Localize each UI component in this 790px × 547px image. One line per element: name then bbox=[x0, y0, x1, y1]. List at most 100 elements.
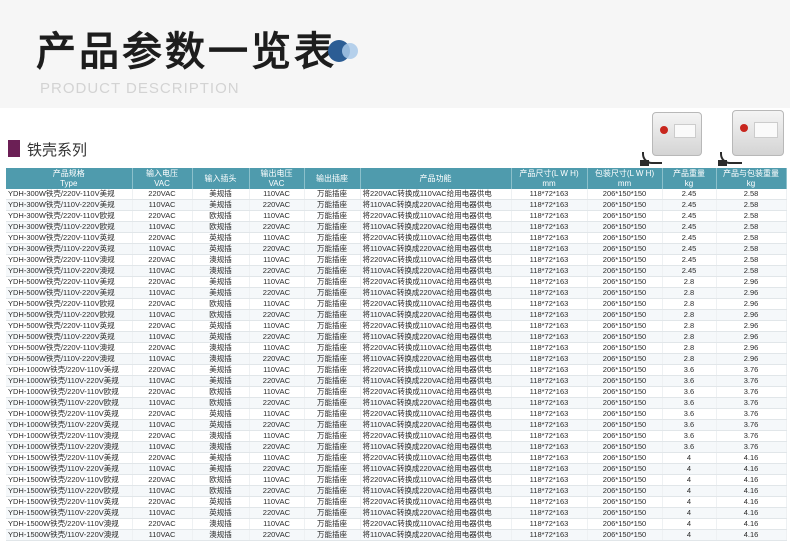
table-cell: 220VAC bbox=[132, 408, 193, 420]
table-cell: 美规插 bbox=[192, 199, 250, 211]
table-cell: 110VAC bbox=[132, 243, 193, 255]
table-cell: 206*150*150 bbox=[587, 265, 663, 277]
table-cell: 万能插座 bbox=[304, 397, 361, 409]
table-cell: 万能插座 bbox=[304, 496, 361, 508]
table-cell: 美规插 bbox=[192, 287, 250, 299]
table-cell: 110VAC bbox=[132, 463, 193, 475]
table-cell: 206*150*150 bbox=[587, 507, 663, 519]
column-header: 输入插头 bbox=[192, 168, 250, 189]
table-cell: 206*150*150 bbox=[587, 452, 663, 464]
column-header-label: 输出插座 bbox=[316, 173, 348, 183]
table-cell: 将220VAC转换成110VAC给用电器供电 bbox=[360, 189, 512, 200]
table-cell: 206*150*150 bbox=[587, 309, 663, 321]
table-cell: 澳规插 bbox=[192, 265, 250, 277]
table-cell: 118*72*163 bbox=[511, 276, 588, 288]
table-cell: 110VAC bbox=[132, 199, 193, 211]
table-cell: 英规插 bbox=[192, 243, 250, 255]
table-row: YDH-1000W铁壳/110V-220V美规 110VAC 美规插 220VAC 万能… bbox=[6, 375, 787, 387]
table-cell: 2.58 bbox=[716, 189, 787, 200]
column-header: 输入电压 VAC bbox=[132, 168, 193, 189]
table-cell: 206*150*150 bbox=[587, 529, 663, 541]
table-row: YDH-500W铁壳/110V-220V澳规 110VAC 澳规插 220VAC 万能插… bbox=[6, 353, 787, 365]
table-row: YDH-300W铁壳/220V-110V欧规 220VAC 欧规插 110VAC 万能插… bbox=[6, 210, 787, 222]
table-cell: 118*72*163 bbox=[511, 265, 588, 277]
table-cell: 206*150*150 bbox=[587, 331, 663, 343]
table-cell: 万能插座 bbox=[304, 199, 361, 211]
table-cell: 206*150*150 bbox=[587, 408, 663, 420]
table-body: YDH-300W铁壳/220V-110V美规 220VAC 美规插 110VAC 万能插… bbox=[6, 189, 787, 541]
table-cell: 206*150*150 bbox=[587, 287, 663, 299]
table-cell: 4.16 bbox=[716, 463, 787, 475]
table-cell: 206*150*150 bbox=[587, 353, 663, 365]
table-cell: 将110VAC转换成220VAC给用电器供电 bbox=[360, 485, 512, 497]
table-cell: 万能插座 bbox=[304, 375, 361, 387]
table-cell: 220VAC bbox=[249, 419, 305, 431]
column-header: 产品重量 kg bbox=[662, 168, 717, 189]
table-cell: YDH-500W铁壳/220V-110V欧规 bbox=[6, 298, 133, 310]
table-cell: 3.6 bbox=[662, 386, 717, 398]
table-cell: 118*72*163 bbox=[511, 189, 588, 200]
table-cell: 110VAC bbox=[249, 518, 305, 530]
table-cell: 206*150*150 bbox=[587, 364, 663, 376]
table-cell: 英规插 bbox=[192, 232, 250, 244]
table-cell: 206*150*150 bbox=[587, 430, 663, 442]
table-cell: 4 bbox=[662, 452, 717, 464]
table-cell: 万能插座 bbox=[304, 232, 361, 244]
table-cell: YDH-500W铁壳/110V-220V英规 bbox=[6, 331, 133, 343]
table-cell: 118*72*163 bbox=[511, 353, 588, 365]
table-cell: 3.6 bbox=[662, 441, 717, 453]
table-cell: 2.96 bbox=[716, 320, 787, 332]
column-header-label: 包装尺寸(L W H) bbox=[594, 168, 655, 178]
column-header-label: 产品功能 bbox=[419, 173, 452, 183]
column-header-label: 产品尺寸(L W H) bbox=[519, 168, 579, 178]
column-header: 产品功能 bbox=[360, 168, 512, 189]
table-cell: 206*150*150 bbox=[587, 189, 663, 200]
table-cell: 206*150*150 bbox=[587, 210, 663, 222]
table-cell: 万能插座 bbox=[304, 507, 361, 519]
table-cell: 2.58 bbox=[716, 243, 787, 255]
table-cell: YDH-1000W铁壳/220V-110V英规 bbox=[6, 408, 133, 420]
table-cell: 万能插座 bbox=[304, 353, 361, 365]
table-cell: YDH-1500W铁壳/220V-110V英规 bbox=[6, 496, 133, 508]
table-row: YDH-300W铁壳/220V-110V美规 220VAC 美规插 110VAC 万能插… bbox=[6, 189, 787, 200]
table-cell: 将220VAC转换成110VAC给用电器供电 bbox=[360, 320, 512, 332]
table-cell: 220VAC bbox=[249, 199, 305, 211]
table-cell: 将110VAC转换成220VAC给用电器供电 bbox=[360, 529, 512, 541]
table-cell: 4 bbox=[662, 485, 717, 497]
table-cell: 将110VAC转换成220VAC给用电器供电 bbox=[360, 309, 512, 321]
table-cell: 220VAC bbox=[249, 529, 305, 541]
table-cell: 英规插 bbox=[192, 408, 250, 420]
table-cell: 澳规插 bbox=[192, 441, 250, 453]
table-cell: 118*72*163 bbox=[511, 309, 588, 321]
table-cell: 110VAC bbox=[249, 452, 305, 464]
table-cell: 2.8 bbox=[662, 353, 717, 365]
table-cell: 万能插座 bbox=[304, 254, 361, 266]
table-cell: 2.45 bbox=[662, 265, 717, 277]
table-cell: 118*72*163 bbox=[511, 221, 588, 233]
table-cell: YDH-1000W铁壳/220V-110V欧规 bbox=[6, 386, 133, 398]
table-cell: 118*72*163 bbox=[511, 331, 588, 343]
table-cell: 118*72*163 bbox=[511, 254, 588, 266]
table-cell: YDH-300W铁壳/220V-110V英规 bbox=[6, 232, 133, 244]
table-cell: 3.76 bbox=[716, 375, 787, 387]
table-cell: 将220VAC转换成110VAC给用电器供电 bbox=[360, 408, 512, 420]
table-cell: 将110VAC转换成220VAC给用电器供电 bbox=[360, 287, 512, 299]
table-cell: 万能插座 bbox=[304, 309, 361, 321]
table-cell: 2.8 bbox=[662, 320, 717, 332]
table-cell: 英规插 bbox=[192, 496, 250, 508]
table-cell: 将220VAC转换成110VAC给用电器供电 bbox=[360, 518, 512, 530]
table-cell: 3.6 bbox=[662, 430, 717, 442]
table-row: YDH-1000W铁壳/220V-110V美规 220VAC 美规插 110VAC 万能… bbox=[6, 364, 787, 376]
table-cell: 118*72*163 bbox=[511, 474, 588, 486]
table-cell: 英规插 bbox=[192, 320, 250, 332]
table-cell: 220VAC bbox=[132, 276, 193, 288]
table-cell: YDH-300W铁壳/110V-220V美规 bbox=[6, 199, 133, 211]
table-cell: 220VAC bbox=[249, 287, 305, 299]
table-cell: 2.45 bbox=[662, 210, 717, 222]
table-cell: YDH-1000W铁壳/220V-110V美规 bbox=[6, 364, 133, 376]
table-row: YDH-1000W铁壳/110V-220V欧规 110VAC 欧规插 220VAC 万能… bbox=[6, 397, 787, 409]
table-cell: YDH-1000W铁壳/110V-220V美规 bbox=[6, 375, 133, 387]
table-cell: 220VAC bbox=[132, 232, 193, 244]
power-knob-icon bbox=[740, 124, 748, 132]
table-row: YDH-1500W铁壳/110V-220V英规 110VAC 英规插 220VAC 万能… bbox=[6, 507, 787, 519]
